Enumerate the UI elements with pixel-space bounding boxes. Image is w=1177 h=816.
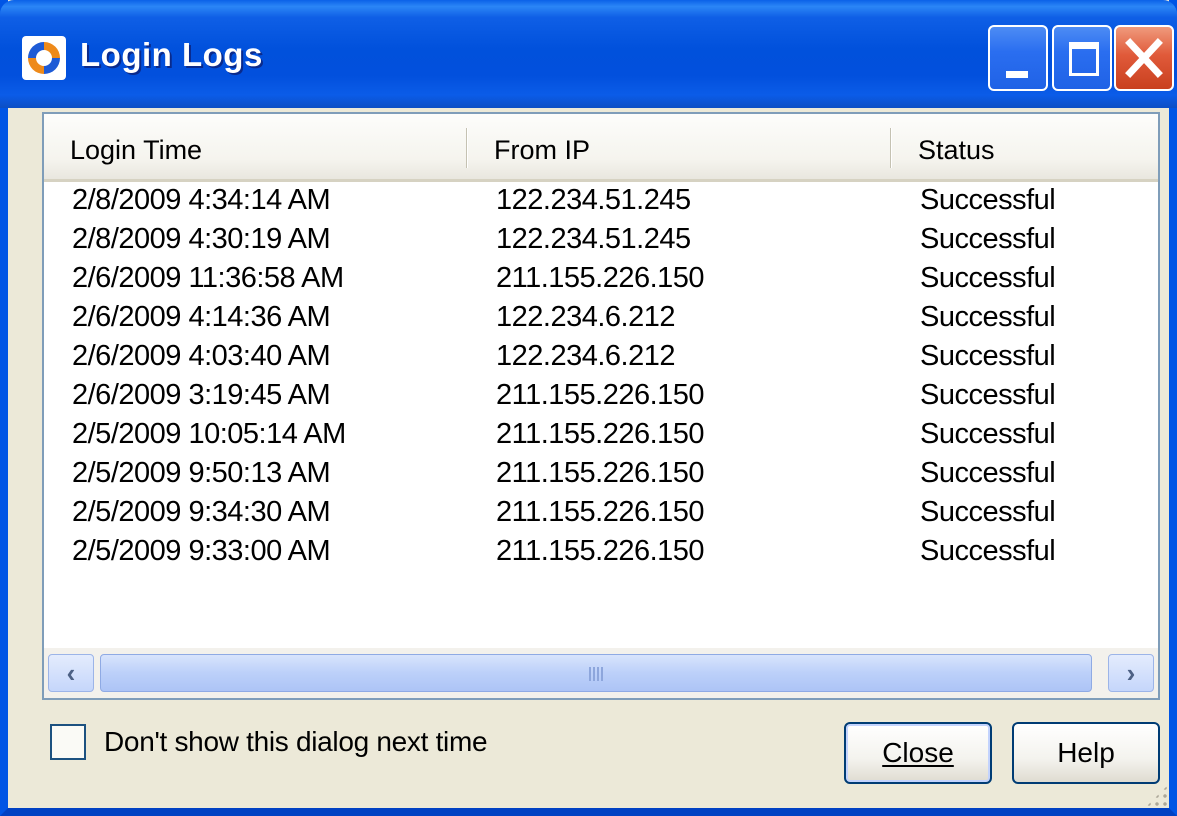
table-row[interactable]: 2/5/2009 10:05:14 AM 211.155.226.150 Suc… bbox=[44, 418, 1158, 457]
login-time-cell: 2/8/2009 4:34:14 AM bbox=[72, 184, 331, 216]
column-header-status[interactable]: Status bbox=[918, 114, 995, 178]
horizontal-scrollbar[interactable]: ‹ › bbox=[44, 648, 1158, 698]
status-cell: Successful bbox=[920, 535, 1056, 567]
app-icon bbox=[22, 36, 66, 80]
scroll-right-button[interactable]: › bbox=[1108, 654, 1154, 692]
list-header: Login Time From IP Status bbox=[44, 114, 1158, 182]
from-ip-cell: 122.234.6.212 bbox=[496, 340, 675, 372]
table-row[interactable]: 2/5/2009 9:34:30 AM 211.155.226.150 Succ… bbox=[44, 496, 1158, 535]
status-cell: Successful bbox=[920, 301, 1056, 333]
maximize-icon bbox=[1069, 42, 1099, 76]
status-cell: Successful bbox=[920, 262, 1056, 294]
window-title: Login Logs bbox=[80, 36, 263, 73]
table-row[interactable]: 2/6/2009 3:19:45 AM 211.155.226.150 Succ… bbox=[44, 379, 1158, 418]
table-row[interactable]: 2/8/2009 4:30:19 AM 122.234.51.245 Succe… bbox=[44, 223, 1158, 262]
close-window-button[interactable] bbox=[1114, 25, 1174, 91]
minimize-icon bbox=[1006, 71, 1028, 78]
status-cell: Successful bbox=[920, 223, 1056, 255]
login-time-cell: 2/5/2009 9:33:00 AM bbox=[72, 535, 331, 567]
dont-show-again-label[interactable]: Don't show this dialog next time bbox=[104, 726, 488, 758]
login-log-list[interactable]: Login Time From IP Status 2/8/2009 4:34:… bbox=[42, 112, 1160, 700]
status-cell: Successful bbox=[920, 184, 1056, 216]
from-ip-cell: 122.234.51.245 bbox=[496, 223, 691, 255]
table-row[interactable]: 2/6/2009 4:03:40 AM 122.234.6.212 Succes… bbox=[44, 340, 1158, 379]
table-row[interactable]: 2/6/2009 11:36:58 AM 211.155.226.150 Suc… bbox=[44, 262, 1158, 301]
login-time-cell: 2/6/2009 4:14:36 AM bbox=[72, 301, 331, 333]
maximize-button[interactable] bbox=[1052, 25, 1112, 91]
column-divider[interactable] bbox=[890, 128, 892, 168]
column-divider[interactable] bbox=[466, 128, 468, 168]
table-row[interactable]: 2/8/2009 4:34:14 AM 122.234.51.245 Succe… bbox=[44, 184, 1158, 223]
login-time-cell: 2/5/2009 9:34:30 AM bbox=[72, 496, 331, 528]
from-ip-cell: 211.155.226.150 bbox=[496, 379, 705, 411]
from-ip-cell: 122.234.51.245 bbox=[496, 184, 691, 216]
from-ip-cell: 211.155.226.150 bbox=[496, 457, 705, 489]
status-cell: Successful bbox=[920, 496, 1056, 528]
table-row[interactable]: 2/5/2009 9:33:00 AM 211.155.226.150 Succ… bbox=[44, 535, 1158, 574]
from-ip-cell: 211.155.226.150 bbox=[496, 262, 705, 294]
minimize-button[interactable] bbox=[988, 25, 1048, 91]
login-time-cell: 2/8/2009 4:30:19 AM bbox=[72, 223, 331, 255]
help-button[interactable]: Help bbox=[1012, 722, 1160, 784]
login-time-cell: 2/6/2009 4:03:40 AM bbox=[72, 340, 331, 372]
chevron-left-icon: ‹ bbox=[66, 658, 76, 688]
status-cell: Successful bbox=[920, 418, 1056, 450]
grip-icon bbox=[589, 667, 605, 681]
title-bar[interactable]: Login Logs bbox=[0, 0, 1177, 108]
status-cell: Successful bbox=[920, 457, 1056, 489]
table-row[interactable]: 2/6/2009 4:14:36 AM 122.234.6.212 Succes… bbox=[44, 301, 1158, 340]
dont-show-again-checkbox[interactable] bbox=[50, 724, 86, 760]
column-header-from-ip[interactable]: From IP bbox=[494, 114, 590, 178]
from-ip-cell: 211.155.226.150 bbox=[496, 496, 705, 528]
login-time-cell: 2/5/2009 10:05:14 AM bbox=[72, 418, 346, 450]
table-row[interactable]: 2/5/2009 9:50:13 AM 211.155.226.150 Succ… bbox=[44, 457, 1158, 496]
from-ip-cell: 211.155.226.150 bbox=[496, 418, 705, 450]
close-icon bbox=[1125, 38, 1163, 78]
from-ip-cell: 211.155.226.150 bbox=[496, 535, 705, 567]
status-cell: Successful bbox=[920, 379, 1056, 411]
status-cell: Successful bbox=[920, 340, 1056, 372]
chevron-right-icon: › bbox=[1126, 658, 1136, 688]
scrollbar-thumb[interactable] bbox=[100, 654, 1092, 692]
login-time-cell: 2/5/2009 9:50:13 AM bbox=[72, 457, 331, 489]
close-button[interactable]: Close bbox=[844, 722, 992, 784]
resize-grip[interactable] bbox=[1145, 784, 1169, 808]
help-button-label: Help bbox=[1057, 737, 1115, 768]
from-ip-cell: 122.234.6.212 bbox=[496, 301, 675, 333]
login-time-cell: 2/6/2009 3:19:45 AM bbox=[72, 379, 331, 411]
login-logs-window: Login Logs Login Time From IP Status 2/8… bbox=[0, 0, 1177, 816]
close-button-label: Close bbox=[882, 737, 954, 768]
column-header-login-time[interactable]: Login Time bbox=[70, 114, 202, 178]
login-time-cell: 2/6/2009 11:36:58 AM bbox=[72, 262, 344, 294]
scroll-left-button[interactable]: ‹ bbox=[48, 654, 94, 692]
